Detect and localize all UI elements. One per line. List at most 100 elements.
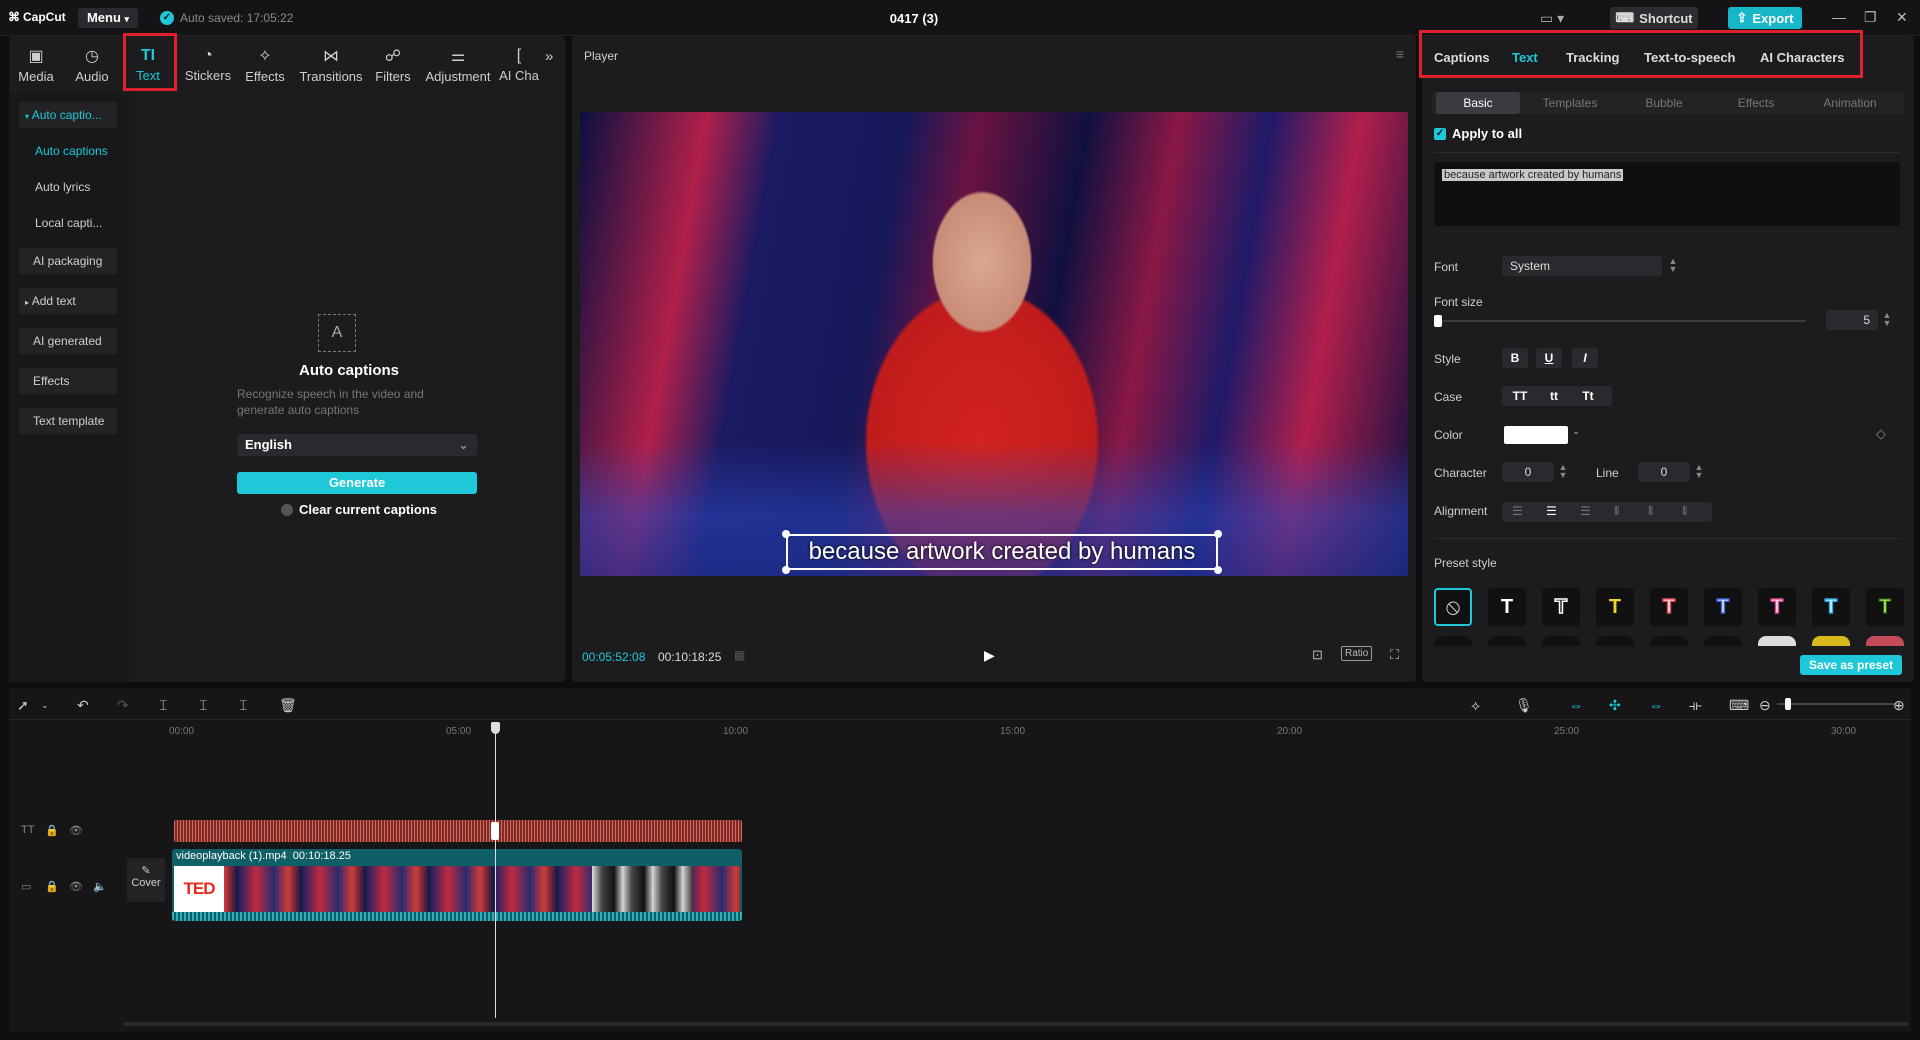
preset-none-icon[interactable]: ⦸	[1434, 588, 1472, 626]
zoom-slider-handle[interactable]	[1785, 698, 1791, 710]
preset-green[interactable]: T	[1866, 588, 1904, 626]
zoom-slider-track[interactable]	[1777, 703, 1897, 705]
font-size-input[interactable]: 5	[1826, 310, 1878, 330]
undo-icon[interactable]: ↶	[77, 697, 89, 714]
sidebar-item-add-text[interactable]: ▸ Add text	[19, 288, 117, 314]
hamburger-menu-icon[interactable]: ≡	[1396, 46, 1404, 62]
preset-white[interactable]: T	[1488, 588, 1526, 626]
preset-cyan-outline[interactable]: T	[1812, 588, 1850, 626]
align-vertical-center-icon[interactable]: ⦀	[1648, 504, 1653, 519]
italic-button[interactable]: I	[1572, 348, 1598, 368]
preset-row2-item[interactable]	[1704, 636, 1742, 646]
align-left-icon[interactable]: ☰	[1512, 504, 1523, 518]
layout-icon[interactable]: ▭ ▾	[1540, 10, 1564, 27]
linkage-icon[interactable]: ⇔	[1649, 697, 1663, 713]
minimize-icon[interactable]: —	[1832, 9, 1846, 25]
preset-row2-item[interactable]	[1866, 636, 1904, 646]
tab-effects[interactable]: ✧Effects	[241, 42, 289, 88]
subtab-bubble[interactable]: Bubble	[1622, 92, 1706, 114]
select-cursor-icon[interactable]: ➚	[17, 697, 29, 714]
preset-row2-item[interactable]	[1542, 636, 1580, 646]
caption-track-icon[interactable]: ⌨	[1729, 697, 1749, 714]
keyframe-diamond-icon[interactable]: ◇	[1876, 426, 1886, 442]
split-right-icon[interactable]: ⌶	[239, 697, 247, 714]
apply-to-all-checkbox[interactable]: ✓	[1434, 128, 1446, 140]
resize-handle[interactable]	[1214, 566, 1222, 574]
fullscreen-icon[interactable]: ⛶	[1390, 647, 1399, 663]
character-spacing-input[interactable]: 0	[1502, 462, 1554, 482]
shortcut-button[interactable]: ⌨Shortcut	[1610, 7, 1698, 29]
time-ruler[interactable]: 00:00 05:00 10:00 15:00 20:00 25:00 30:0…	[121, 720, 1911, 742]
tab-transitions[interactable]: ⋈Transitions	[297, 42, 365, 88]
font-stepper-icon[interactable]: ▲▼	[1668, 257, 1678, 273]
play-button[interactable]: ▶	[984, 647, 995, 664]
clear-captions-option[interactable]: Clear current captions	[281, 502, 437, 517]
redo-icon[interactable]: ↷	[117, 697, 129, 714]
link-main-track-icon[interactable]: ⇔	[1569, 697, 1583, 713]
font-size-stepper-icon[interactable]: ▲▼	[1882, 311, 1892, 327]
align-center-icon[interactable]: ☰	[1546, 504, 1557, 518]
line-spacing-input[interactable]: 0	[1638, 462, 1690, 482]
ratio-button[interactable]: Ratio	[1341, 646, 1372, 661]
split-icon[interactable]: ⌶	[159, 697, 167, 714]
chevron-down-icon[interactable]: ⌄	[1572, 426, 1580, 437]
lock-icon[interactable]: 🔒	[45, 824, 59, 837]
ai-effect-icon[interactable]: ⟡	[1471, 697, 1480, 714]
microphone-icon[interactable]: 🎙	[1515, 697, 1533, 714]
uppercase-button[interactable]: TT	[1504, 386, 1536, 406]
preset-yellow[interactable]: T	[1596, 588, 1634, 626]
sidebar-item-auto-captions[interactable]: Auto captions	[19, 138, 117, 164]
preset-blue-outline[interactable]: T	[1704, 588, 1742, 626]
resize-handle[interactable]	[782, 530, 790, 538]
sidebar-item-local-captions[interactable]: Local capti...	[19, 210, 117, 236]
apply-to-all-option[interactable]: ✓Apply to all	[1434, 126, 1522, 141]
preset-row2-item[interactable]	[1650, 636, 1688, 646]
font-select[interactable]: System	[1502, 256, 1662, 276]
export-button[interactable]: ⇪Export	[1728, 7, 1802, 29]
preset-row2-item[interactable]	[1596, 636, 1634, 646]
sidebar-item-auto-lyrics[interactable]: Auto lyrics	[19, 174, 117, 200]
snapshot-icon[interactable]: ⊡	[1312, 647, 1323, 663]
playhead-line[interactable]	[495, 722, 496, 1018]
timecode-grid-icon[interactable]: ▦	[734, 648, 745, 662]
playhead-handle[interactable]	[491, 722, 500, 734]
language-select[interactable]: English⌄	[237, 434, 477, 456]
save-as-preset-button[interactable]: Save as preset	[1800, 655, 1902, 675]
zoom-in-icon[interactable]: ⊕	[1893, 697, 1905, 714]
video-clip[interactable]: videoplayback (1).mp4 00:10:18.25 TED	[172, 849, 742, 921]
sidebar-item-text-template[interactable]: Text template	[19, 408, 117, 434]
underline-button[interactable]: U	[1536, 348, 1562, 368]
preset-row2-item[interactable]	[1758, 636, 1796, 646]
sidebar-item-auto-captions-group[interactable]: ▾ Auto captio...	[19, 102, 117, 128]
restore-icon[interactable]: ❐	[1864, 9, 1877, 26]
more-tabs-icon[interactable]: »	[545, 48, 553, 65]
preset-row2-item[interactable]	[1812, 636, 1850, 646]
subtab-effects[interactable]: Effects	[1714, 92, 1798, 114]
sidebar-item-ai-packaging[interactable]: AI packaging	[19, 248, 117, 274]
subtab-animation[interactable]: Animation	[1808, 92, 1892, 114]
subtab-basic[interactable]: Basic	[1436, 92, 1520, 114]
tab-ai-characters[interactable]: [AI Cha	[499, 42, 539, 88]
sidebar-item-effects[interactable]: Effects	[19, 368, 117, 394]
cover-button[interactable]: ✎Cover	[127, 858, 165, 902]
menu-button[interactable]: Menu ▾	[78, 8, 138, 28]
tab-adjustment[interactable]: ⚌Adjustment	[423, 42, 493, 88]
tab-stickers[interactable]: ◔Stickers	[181, 42, 235, 88]
eye-icon[interactable]: 👁	[69, 880, 83, 893]
eye-icon[interactable]: 👁	[69, 824, 83, 837]
caption-track-clips[interactable]	[174, 820, 742, 842]
delete-icon[interactable]: 🗑	[279, 697, 297, 714]
preview-axis-icon[interactable]: ⟛	[1689, 697, 1702, 714]
character-stepper-icon[interactable]: ▲▼	[1558, 463, 1568, 479]
video-preview[interactable]: because artwork created by humans ↻	[580, 112, 1408, 576]
tab-audio[interactable]: ◷Audio	[69, 42, 115, 88]
magnet-snap-icon[interactable]: ✣	[1609, 697, 1621, 714]
subtitle-text-box[interactable]: because artwork created by humans	[786, 534, 1218, 570]
close-icon[interactable]: ✕	[1896, 9, 1908, 26]
split-left-icon[interactable]: ⌶	[199, 697, 207, 714]
resize-handle[interactable]	[782, 566, 790, 574]
caption-text-input[interactable]: because artwork created by humans	[1434, 162, 1900, 226]
preset-pink-outline[interactable]: T	[1758, 588, 1796, 626]
resize-handle[interactable]	[1214, 530, 1222, 538]
preset-outline[interactable]: T	[1542, 588, 1580, 626]
